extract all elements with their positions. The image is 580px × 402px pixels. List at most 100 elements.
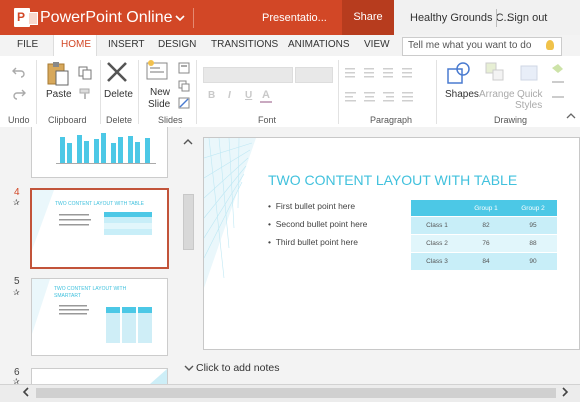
new-slide-label-1: New: [150, 87, 171, 98]
tab-transitions[interactable]: TRANSITIONS: [211, 39, 278, 50]
sign-out-link[interactable]: Sign out: [507, 12, 547, 24]
font-size-select[interactable]: [295, 67, 333, 83]
slide-bullet-1-text: First bullet point here: [275, 201, 356, 211]
slide-bullet-1[interactable]: • First bullet point here: [268, 201, 355, 211]
slide-table[interactable]: Group 1 Group 2 Class 1 82 95 Class 2 76…: [411, 200, 557, 270]
slide-bullet-2[interactable]: • Second bullet point here: [268, 219, 367, 229]
notes-placeholder[interactable]: Click to add notes: [196, 362, 279, 374]
group-label-paragraph: Paragraph: [370, 115, 413, 125]
slide-number-5: 5: [14, 276, 20, 287]
new-slide-icon[interactable]: [146, 60, 170, 82]
thumbnail-slide-6-graphic: [150, 369, 167, 384]
undo-icon[interactable]: [12, 66, 26, 78]
site-name-link[interactable]: Healthy Grounds C...: [410, 12, 513, 24]
tab-file[interactable]: FILE: [17, 39, 38, 50]
title-divider: [193, 8, 194, 28]
slide-thumbnail-4[interactable]: TWO CONTENT LAYOUT WITH TABLE: [30, 188, 169, 269]
redo-icon[interactable]: [12, 88, 26, 100]
tab-animations[interactable]: ANIMATIONS: [288, 39, 349, 50]
tab-home[interactable]: HOME: [61, 39, 91, 50]
notes-chevron-icon[interactable]: [184, 364, 194, 372]
share-button[interactable]: Share: [342, 0, 394, 35]
app-name[interactable]: PowerPoint Online: [40, 9, 173, 27]
current-slide[interactable]: TWO CONTENT LAYOUT WITH TABLE • First bu…: [203, 137, 580, 350]
slide-thumbnail-6[interactable]: [31, 368, 168, 384]
scroll-right-icon[interactable]: [561, 387, 569, 397]
slide-bullet-3[interactable]: • Third bullet point here: [268, 237, 358, 247]
account-divider: [496, 9, 497, 27]
animation-star-icon: ✰: [13, 198, 20, 207]
scroll-left-icon[interactable]: [22, 387, 30, 397]
table-header-cell: [411, 200, 463, 217]
shape-format-icons[interactable]: [550, 62, 566, 106]
tab-insert[interactable]: INSERT: [108, 39, 145, 50]
table-header-cell: Group 2: [509, 200, 557, 217]
group-label-undo: Undo: [8, 115, 30, 125]
group-label-slides: Slides: [158, 115, 183, 125]
bold-icon[interactable]: B: [208, 90, 215, 101]
layout-icon[interactable]: [178, 62, 190, 74]
horizontal-scroll-thumb[interactable]: [36, 388, 556, 398]
quick-styles-label-2: Styles: [515, 100, 543, 111]
slide-title[interactable]: TWO CONTENT LAYOUT WITH TABLE: [268, 172, 517, 188]
italic-icon[interactable]: I: [228, 90, 231, 101]
slide-number-4: 4: [14, 187, 20, 198]
shapes-icon[interactable]: [446, 61, 472, 85]
powerpoint-logo-icon: P: [14, 8, 38, 27]
new-slide-label-2: Slide: [148, 99, 171, 110]
copy-icon[interactable]: [78, 66, 92, 80]
table-cell: Class 3: [411, 252, 463, 270]
duplicate-slide-icon[interactable]: [178, 80, 190, 92]
delete-label: Delete: [104, 89, 133, 100]
table-cell: Class 2: [411, 234, 463, 253]
thumbnail-scroll-thumb[interactable]: [183, 194, 194, 250]
chevron-down-icon[interactable]: [173, 11, 187, 25]
table-cell: 82: [463, 216, 509, 235]
slide-thumbnail-3[interactable]: [31, 127, 168, 178]
collapse-ribbon-icon[interactable]: [566, 112, 576, 120]
group-label-drawing: Drawing: [494, 115, 528, 125]
thumbnail-scrollbar[interactable]: [181, 127, 195, 383]
table-cell: Class 1: [411, 216, 463, 235]
slide-thumbnail-5[interactable]: TWO CONTENT LAYOUT WITH SMARTART: [31, 278, 168, 356]
tell-me-search-input[interactable]: Tell me what you want to do: [402, 37, 562, 56]
font-color-icon[interactable]: A: [262, 89, 270, 101]
arrange-label: Arrange: [479, 89, 515, 100]
group-label-delete: Delete: [106, 115, 133, 125]
animation-star-icon: ✰: [13, 288, 20, 297]
slide-bullet-2-text: Second bullet point here: [275, 219, 368, 229]
font-name-select[interactable]: [203, 67, 293, 83]
delete-icon[interactable]: [105, 60, 129, 84]
table-row: Class 2 76 88: [411, 234, 557, 253]
shapes-label: Shapes: [445, 89, 479, 100]
ribbon-separator: [338, 60, 339, 124]
paste-label: Paste: [46, 89, 72, 100]
table-cell: 76: [463, 234, 509, 253]
file-name[interactable]: Presentatio...: [262, 12, 327, 24]
table-cell: 95: [509, 216, 557, 235]
tab-design[interactable]: DESIGN: [158, 39, 196, 50]
table-row: Class 1 82 95: [411, 216, 557, 235]
tell-me-placeholder: Tell me what you want to do: [408, 40, 532, 51]
thumbnail-slide-5-title: TWO CONTENT LAYOUT WITH SMARTART: [54, 286, 127, 299]
table-header-cell: Group 1: [463, 200, 509, 217]
font-color-swatch: [260, 101, 272, 103]
group-label-clipboard: Clipboard: [48, 115, 87, 125]
paragraph-controls-icon[interactable]: [345, 66, 425, 106]
quick-styles-label-1: Quick: [517, 89, 543, 100]
hide-slide-icon[interactable]: [178, 97, 190, 109]
tab-view[interactable]: VIEW: [364, 39, 390, 50]
ribbon-separator: [100, 60, 101, 124]
table-cell: 90: [509, 252, 557, 270]
ribbon-separator: [436, 60, 437, 124]
underline-icon[interactable]: U: [245, 90, 252, 101]
table-row: Class 3 84 90: [411, 252, 557, 270]
quick-styles-icon[interactable]: [518, 61, 540, 85]
group-label-font: Font: [258, 115, 277, 125]
table-cell: 84: [463, 252, 509, 270]
paste-icon[interactable]: [45, 60, 71, 86]
scroll-up-icon[interactable]: [183, 138, 193, 146]
arrange-icon[interactable]: [484, 61, 506, 85]
format-painter-icon[interactable]: [78, 88, 92, 100]
thumbnail-slide-4-title: TWO CONTENT LAYOUT WITH TABLE: [55, 201, 144, 207]
